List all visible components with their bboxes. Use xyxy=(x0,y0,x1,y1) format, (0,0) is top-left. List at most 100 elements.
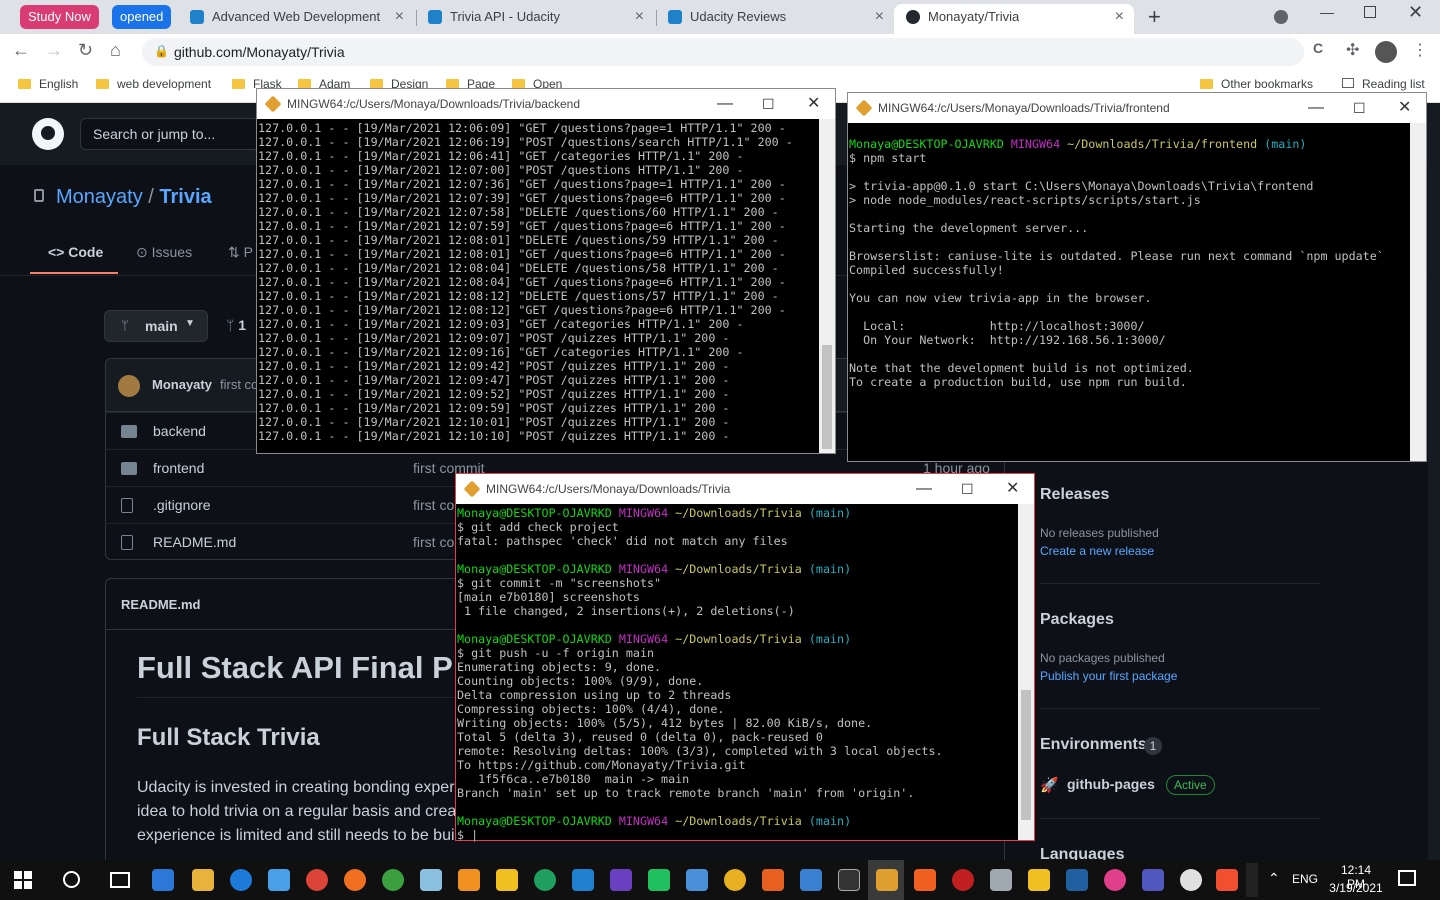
terminal-scrollbar[interactable] xyxy=(819,119,835,453)
taskbar-scroll[interactable] xyxy=(1246,863,1258,897)
new-tab-icon[interactable]: + xyxy=(1148,4,1161,30)
terminal-main-window[interactable]: MINGW64:/c/Users/Monaya/Downloads/Trivia… xyxy=(455,473,1035,842)
app-icon[interactable] xyxy=(914,869,936,891)
owner-link[interactable]: Monayaty xyxy=(56,186,143,208)
terminal-title-bar[interactable]: MINGW64:/c/Users/Monaya/Downloads/Trivia… xyxy=(257,89,835,119)
app-icon[interactable] xyxy=(1066,869,1088,891)
chrome-icon[interactable] xyxy=(306,869,328,891)
tab-code[interactable]: <> Code xyxy=(48,244,103,260)
figma-icon[interactable] xyxy=(1216,869,1238,891)
environment-name[interactable]: github-pages xyxy=(1067,776,1155,792)
teams-icon[interactable] xyxy=(1142,869,1164,891)
close-icon[interactable]: ✕ xyxy=(807,89,820,119)
author-avatar[interactable] xyxy=(118,375,140,397)
repo-link[interactable]: Trivia xyxy=(159,186,211,208)
environments-title[interactable]: Environments xyxy=(1040,736,1147,754)
task-view-icon[interactable] xyxy=(110,872,130,888)
close-tab-icon[interactable]: × xyxy=(1115,4,1124,30)
releases-title[interactable]: Releases xyxy=(1040,486,1109,504)
slack-icon[interactable] xyxy=(1104,869,1126,891)
maximize-icon[interactable]: ☐ xyxy=(1353,93,1366,123)
app-icon[interactable] xyxy=(990,869,1012,891)
github-search-input[interactable]: Search or jump to... xyxy=(80,118,260,150)
commit-author[interactable]: Monayaty xyxy=(152,377,212,392)
windows-start-icon[interactable] xyxy=(14,871,32,889)
address-bar[interactable]: 🔒 github.com/Monayaty/Trivia xyxy=(142,38,1304,66)
app-icon[interactable] xyxy=(952,869,974,891)
home-icon[interactable]: ⌂ xyxy=(110,40,121,61)
close-icon[interactable]: ✕ xyxy=(1398,93,1411,123)
publish-package-link[interactable]: Publish your first package xyxy=(1040,669,1177,683)
profile-avatar[interactable] xyxy=(1375,41,1397,63)
firefox-icon[interactable] xyxy=(344,869,366,891)
close-tab-icon[interactable]: × xyxy=(395,4,404,30)
branch-count[interactable]: ᛘ 1 xyxy=(226,317,246,333)
bookmark-other[interactable]: Other bookmarks xyxy=(1200,77,1313,91)
create-release-link[interactable]: Create a new release xyxy=(1040,544,1154,558)
language-indicator[interactable]: ENG xyxy=(1292,872,1318,886)
extensions-puzzle-icon[interactable]: ✣ xyxy=(1346,40,1359,60)
packages-title[interactable]: Packages xyxy=(1040,611,1114,629)
terminal-scrollbar[interactable] xyxy=(1410,123,1426,461)
tab-group-opened[interactable]: opened xyxy=(112,5,172,29)
tab-advanced-web-dev[interactable]: Advanced Web Development - U × xyxy=(178,4,414,34)
terminal-title-bar[interactable]: MINGW64:/c/Users/Monaya/Downloads/Trivia… xyxy=(848,93,1426,123)
terminal-frontend-window[interactable]: MINGW64:/c/Users/Monaya/Downloads/Trivia… xyxy=(847,92,1427,462)
close-tab-icon[interactable]: × xyxy=(635,4,644,30)
vscode-icon[interactable] xyxy=(572,869,594,891)
git-bash-icon[interactable] xyxy=(876,869,898,891)
back-icon[interactable]: ← xyxy=(12,40,30,61)
sublime-icon[interactable] xyxy=(458,869,480,891)
tab-trivia-api[interactable]: Trivia API - Udacity × xyxy=(416,4,654,34)
app-icon[interactable] xyxy=(268,869,290,891)
app-icon[interactable] xyxy=(382,869,404,891)
forward-icon[interactable]: → xyxy=(45,40,63,61)
terminal-backend-window[interactable]: MINGW64:/c/Users/Monaya/Downloads/Trivia… xyxy=(256,88,836,454)
app-icon[interactable] xyxy=(534,869,556,891)
pycharm-icon[interactable] xyxy=(648,869,670,891)
minimize-icon[interactable]: — xyxy=(717,89,733,119)
app-icon[interactable] xyxy=(724,869,746,891)
minimize-icon[interactable]: — xyxy=(1308,93,1324,123)
tab-monayaty-trivia[interactable]: Monayaty/Trivia × xyxy=(894,4,1134,34)
visual-studio-icon[interactable] xyxy=(610,869,632,891)
terminal-title-bar[interactable]: MINGW64:/c/Users/Monaya/Downloads/Trivia… xyxy=(456,474,1034,504)
terminal-scrollbar[interactable] xyxy=(1018,504,1034,840)
commit-message[interactable]: first co xyxy=(220,377,258,392)
close-window-icon[interactable]: ✕ xyxy=(1408,2,1423,23)
close-icon[interactable]: ✕ xyxy=(1006,474,1019,504)
terminal-output[interactable]: Monaya@DESKTOP-OJAVRKD MINGW64 ~/Downloa… xyxy=(849,137,1384,389)
terminal-output[interactable]: Monaya@DESKTOP-OJAVRKD MINGW64 ~/Downloa… xyxy=(457,506,943,842)
branch-selector[interactable]: ᛘ main ▼ xyxy=(104,310,208,342)
maximize-icon[interactable]: ☐ xyxy=(762,89,775,119)
minimize-icon[interactable]: — xyxy=(1320,4,1334,20)
maximize-icon[interactable]: ☐ xyxy=(961,474,974,504)
app-icon[interactable] xyxy=(1028,869,1050,891)
app-icon[interactable] xyxy=(1180,869,1202,891)
bookmark-english[interactable]: English xyxy=(18,77,78,91)
menu-dots-icon[interactable]: ⋮ xyxy=(1412,40,1428,60)
store-icon[interactable] xyxy=(152,869,174,891)
extension-c-icon[interactable]: C xyxy=(1313,40,1323,56)
app-icon[interactable] xyxy=(420,869,442,891)
reading-list[interactable]: Reading list xyxy=(1342,77,1425,91)
chevron-up-icon[interactable]: ⌃ xyxy=(1268,870,1280,887)
search-icon[interactable] xyxy=(63,871,80,888)
close-tab-icon[interactable]: × xyxy=(875,4,884,30)
app-icon[interactable] xyxy=(762,869,784,891)
github-logo-icon[interactable] xyxy=(32,118,64,150)
page-scrollbar[interactable] xyxy=(1428,103,1440,860)
tab-group-study-now[interactable]: Study Now xyxy=(20,5,99,29)
notifications-icon[interactable] xyxy=(1398,870,1416,886)
bookmark-web-development[interactable]: web development xyxy=(96,77,211,91)
terminal-output[interactable]: 127.0.0.1 - - [19/Mar/2021 12:06:09] "GE… xyxy=(258,121,793,443)
tab-pull-requests[interactable]: ⇅ P xyxy=(228,244,253,261)
app-icon[interactable] xyxy=(496,869,518,891)
app-icon[interactable] xyxy=(686,869,708,891)
restore-icon[interactable] xyxy=(1364,6,1376,18)
reload-icon[interactable]: ↻ xyxy=(78,40,93,61)
minimize-icon[interactable]: — xyxy=(916,474,932,504)
tab-issues[interactable]: ⊙ Issues xyxy=(136,244,192,261)
terminal-icon[interactable] xyxy=(838,869,860,891)
tab-search-icon[interactable] xyxy=(1274,10,1288,24)
